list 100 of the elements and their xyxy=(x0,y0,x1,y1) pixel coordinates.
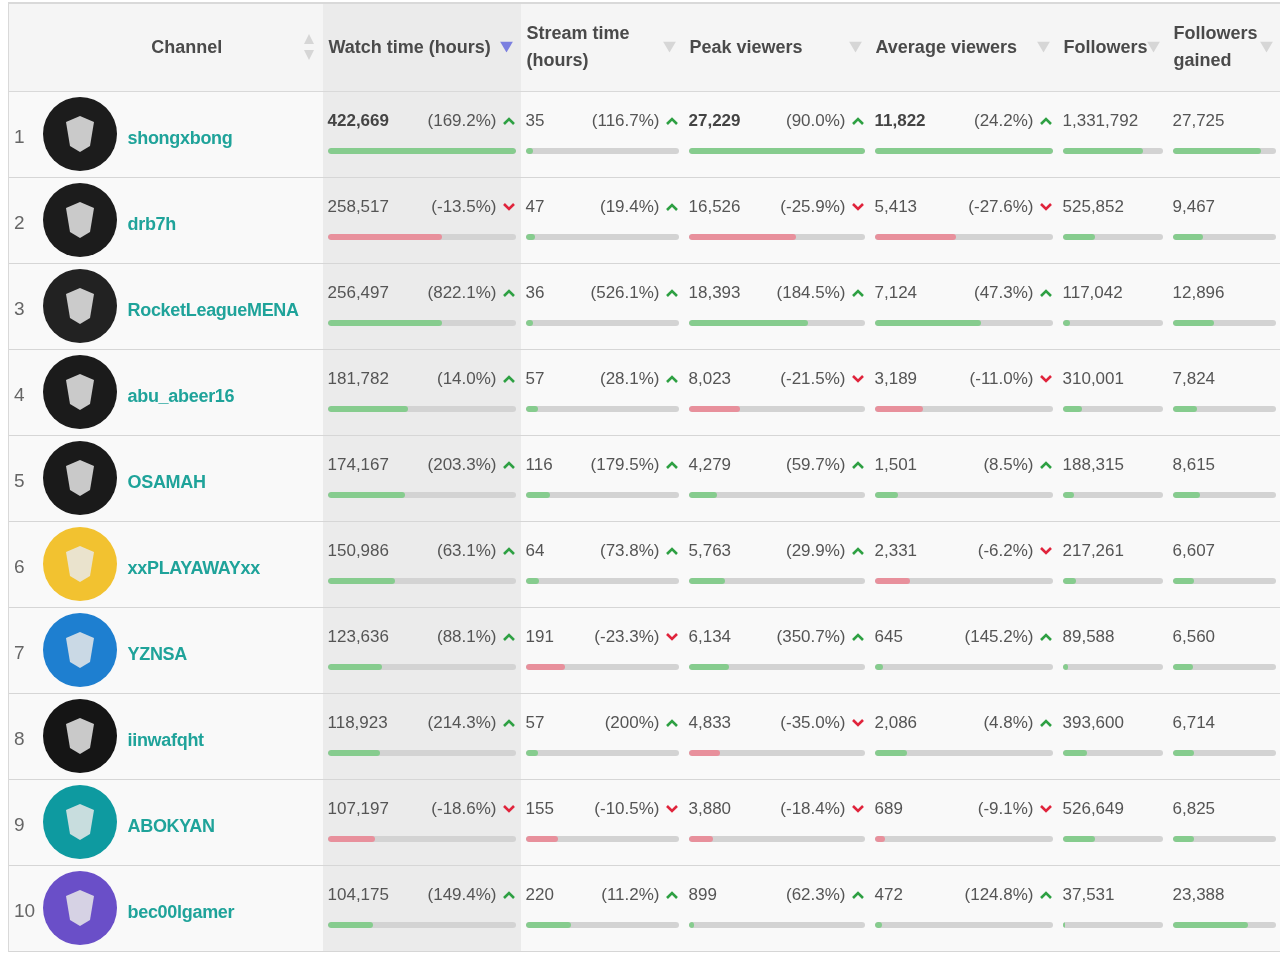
metric-value: 155 xyxy=(525,799,555,819)
avatar-icon xyxy=(41,612,118,688)
metric-value: 6,560 xyxy=(1172,627,1217,647)
metric-value: 107,197 xyxy=(327,799,390,819)
change-percent: (200%) xyxy=(604,713,660,733)
channel-link[interactable]: OSAMAH xyxy=(127,463,206,493)
change-percent: (-18.6%) xyxy=(431,799,497,819)
metric-value: 422,669 xyxy=(327,111,390,131)
change-percent: (184.5%) xyxy=(776,283,846,303)
change-percent: (124.8%) xyxy=(964,885,1034,905)
rank-number: 5 xyxy=(14,469,25,491)
column-header[interactable]: Watch time (hours) xyxy=(322,3,521,91)
channel-link[interactable]: RocketLeagueMENA xyxy=(127,291,299,321)
rank-number: 8 xyxy=(14,727,25,749)
metric-value: 526,649 xyxy=(1062,799,1125,819)
rank-number: 4 xyxy=(14,383,25,405)
metric-value: 689 xyxy=(874,799,904,819)
metric-value: 7,124 xyxy=(874,283,919,303)
metric-value: 47 xyxy=(525,197,546,217)
change-percent: (203.3%) xyxy=(427,455,497,475)
change-percent: (116.7%) xyxy=(591,111,660,131)
rank-number: 10 xyxy=(14,899,36,921)
change-percent: (169.2%) xyxy=(427,111,497,131)
metric-value: 6,714 xyxy=(1172,713,1217,733)
metric-value: 11,822 xyxy=(874,111,927,131)
metric-value: 4,833 xyxy=(688,713,733,733)
rank-number: 3 xyxy=(14,297,25,319)
metric-value: 256,497 xyxy=(327,283,390,303)
metric-value: 4,279 xyxy=(688,455,733,475)
change-percent: (88.1%) xyxy=(437,627,497,647)
metric-value: 188,315 xyxy=(1062,455,1125,475)
change-percent: (29.9%) xyxy=(786,541,846,561)
change-percent: (63.1%) xyxy=(437,541,497,561)
change-percent: (-11.0%) xyxy=(969,369,1034,389)
rank-number: 9 xyxy=(14,813,25,835)
metric-value: 18,393 xyxy=(688,283,742,303)
metric-value: 9,467 xyxy=(1172,197,1217,217)
metric-value: 27,229 xyxy=(688,111,742,131)
sort-descending-icon xyxy=(499,41,513,53)
metric-value: 57 xyxy=(525,369,546,389)
channel-link[interactable]: iinwafqht xyxy=(127,721,204,751)
channel-link[interactable]: bec00lgamer xyxy=(127,893,235,923)
metric-value: 5,413 xyxy=(874,197,919,217)
change-percent: (145.2%) xyxy=(964,627,1034,647)
metric-value: 645 xyxy=(874,627,904,647)
metric-value: 220 xyxy=(525,885,555,905)
change-percent: (-10.5%) xyxy=(594,799,660,819)
change-percent: (59.7%) xyxy=(786,455,846,475)
avatar-icon xyxy=(41,784,118,860)
channel-link[interactable]: YZNSA xyxy=(127,635,187,665)
avatar-icon xyxy=(41,96,118,172)
channel-link[interactable]: drb7h xyxy=(127,205,176,235)
change-percent: (-21.5%) xyxy=(780,369,846,389)
change-percent: (-13.5%) xyxy=(431,197,497,217)
metric-value: 217,261 xyxy=(1062,541,1125,561)
channel-link[interactable]: xxPLAYAWAYxx xyxy=(127,549,260,579)
change-percent: (-6.2%) xyxy=(977,541,1034,561)
change-percent: (149.4%) xyxy=(427,885,497,905)
metric-value: 174,167 xyxy=(327,455,390,475)
channel-link[interactable]: ABOKYAN xyxy=(127,807,215,837)
change-percent: (90.0%) xyxy=(786,111,846,131)
avatar-icon xyxy=(41,526,118,602)
change-percent: (28.1%) xyxy=(600,369,660,389)
change-percent: (4.8%) xyxy=(983,713,1034,733)
metric-value: 123,636 xyxy=(327,627,390,647)
avatar-icon xyxy=(41,182,118,258)
rank-number: 6 xyxy=(14,555,25,577)
metric-value: 6,607 xyxy=(1172,541,1217,561)
metric-value: 2,331 xyxy=(874,541,919,561)
change-percent: (-23.3%) xyxy=(594,627,660,647)
change-percent: (47.3%) xyxy=(974,283,1034,303)
metric-value: 12,896 xyxy=(1172,283,1226,303)
change-percent: (-27.6%) xyxy=(968,197,1034,217)
change-percent: (8.5%) xyxy=(983,455,1034,475)
avatar-icon xyxy=(41,870,118,946)
metric-value: 89,588 xyxy=(1062,627,1116,647)
metric-value: 16,526 xyxy=(688,197,742,217)
metric-value: 5,763 xyxy=(688,541,733,561)
metric-value: 393,600 xyxy=(1062,713,1125,733)
rank-number: 1 xyxy=(14,125,25,147)
change-percent: (73.8%) xyxy=(600,541,660,561)
metric-value: 6,825 xyxy=(1172,799,1217,819)
metric-value: 57 xyxy=(525,713,546,733)
metric-value: 1,331,792 xyxy=(1062,111,1140,131)
metric-value: 64 xyxy=(525,541,546,561)
metric-value: 7,824 xyxy=(1172,369,1217,389)
sort-descending-icon xyxy=(848,41,862,53)
metric-value: 116 xyxy=(525,455,554,475)
change-percent: (214.3%) xyxy=(427,713,497,733)
metric-value: 23,388 xyxy=(1172,885,1226,905)
metric-value: 8,023 xyxy=(688,369,733,389)
avatar-icon xyxy=(41,268,118,344)
channel-link[interactable]: shongxbong xyxy=(127,119,233,149)
channel-link[interactable]: abu_abeer16 xyxy=(127,377,235,407)
metric-value: 150,986 xyxy=(327,541,390,561)
change-percent: (179.5%) xyxy=(590,455,660,475)
metric-value: 104,175 xyxy=(327,885,390,905)
avatar-icon xyxy=(41,440,118,516)
metric-value: 899 xyxy=(688,885,718,905)
metric-value: 310,001 xyxy=(1062,369,1125,389)
